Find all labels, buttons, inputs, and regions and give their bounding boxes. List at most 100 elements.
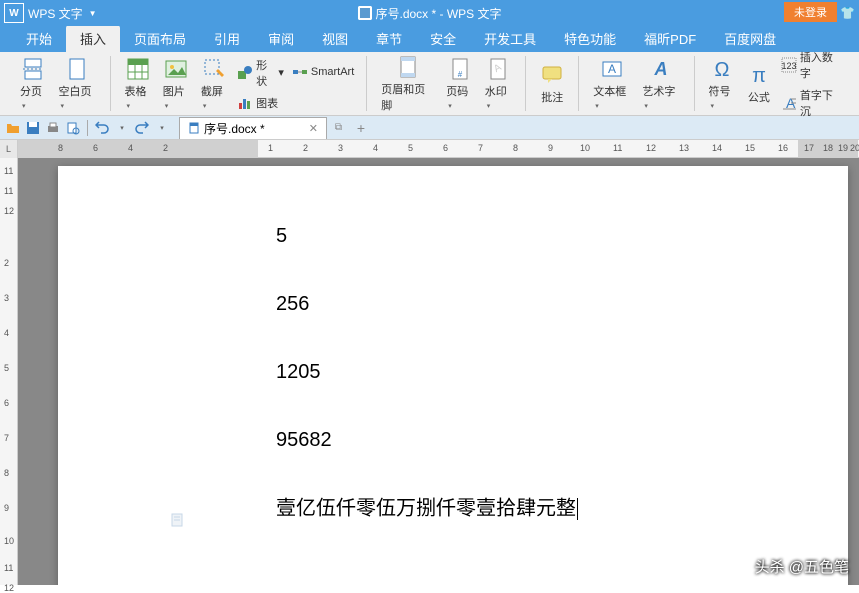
close-tab-button[interactable]: ✕ — [309, 122, 318, 135]
ruler-v-num: 11 — [4, 563, 13, 573]
ruler-h-num: 15 — [745, 143, 755, 153]
app-name: WPS 文字 — [28, 5, 83, 22]
menu-item-9[interactable]: 特色功能 — [550, 25, 630, 52]
menu-item-6[interactable]: 章节 — [362, 25, 416, 52]
page-break-button[interactable]: 分页▾ — [14, 55, 52, 113]
picture-button[interactable]: 图片▾ — [157, 55, 195, 113]
ruler-v-num: 8 — [4, 468, 9, 478]
svg-text:123: 123 — [781, 61, 796, 71]
print-preview-button[interactable] — [64, 119, 82, 137]
ruler-h-num: 8 — [513, 143, 518, 153]
page-viewport[interactable]: 5 256 1205 95682 壹亿伍仟零伍万捌仟零壹拾肆元整 头杀 @五色笔 — [18, 158, 859, 585]
ruler-h-num: 20 — [850, 143, 859, 153]
ruler-h-num: 4 — [373, 143, 378, 153]
watermark-button[interactable]: A 水印▾ — [479, 55, 518, 113]
app-logo-icon: W — [4, 3, 24, 23]
table-button[interactable]: 表格▾ — [119, 55, 157, 113]
ruler-h-num: 7 — [478, 143, 483, 153]
menubar: 开始插入页面布局引用审阅视图章节安全开发工具特色功能福昕PDF百度网盘 — [0, 26, 859, 52]
chart-button[interactable]: 图表 — [233, 93, 288, 113]
equation-icon: π — [747, 63, 771, 87]
menu-item-5[interactable]: 视图 — [308, 25, 362, 52]
skin-icon[interactable]: 👕 — [840, 6, 855, 20]
paragraph-options-icon[interactable] — [170, 512, 186, 528]
ruler-v-num: 11 — [4, 166, 13, 176]
svg-text:A: A — [653, 59, 667, 79]
menu-item-8[interactable]: 开发工具 — [470, 25, 550, 52]
horizontal-ruler[interactable]: L 86421234567891011121314151617181920212… — [0, 140, 859, 158]
wordart-icon: A — [649, 57, 673, 81]
login-button[interactable]: 未登录 — [784, 2, 837, 22]
ruler-h-num: 9 — [548, 143, 553, 153]
ruler-h-num: 10 — [580, 143, 590, 153]
document-line[interactable]: 1205 — [276, 362, 578, 382]
shapes-button[interactable]: 形状▾ — [233, 55, 288, 91]
ruler-corner: L — [0, 140, 18, 158]
undo-dropdown[interactable]: ▾ — [113, 119, 131, 137]
screenshot-button[interactable]: 截屏▾ — [195, 55, 233, 113]
menu-item-1[interactable]: 插入 — [66, 25, 120, 52]
drop-cap-button[interactable]: A 首字下沉 — [777, 85, 845, 121]
textbox-icon: A — [600, 57, 624, 81]
image-watermark: 头杀 @五色笔 — [755, 556, 849, 577]
doc-tab-name: 序号.docx * — [204, 120, 265, 137]
insert-number-icon: 123 — [781, 57, 797, 73]
smartart-button[interactable]: SmartArt — [288, 62, 358, 82]
symbol-icon: Ω — [710, 57, 734, 81]
redo-dropdown[interactable]: ▾ — [153, 119, 171, 137]
document-line[interactable]: 95682 — [276, 430, 578, 450]
quick-access-toolbar: ▾ ▾ 序号.docx * ✕ ⧉ + — [0, 116, 859, 140]
comment-icon — [540, 63, 564, 87]
svg-text:Ω: Ω — [714, 59, 729, 81]
header-footer-icon — [396, 55, 420, 79]
document-title: 序号.docx * - WPS 文字 — [357, 5, 501, 22]
page[interactable]: 5 256 1205 95682 壹亿伍仟零伍万捌仟零壹拾肆元整 — [58, 166, 848, 585]
wordart-button[interactable]: A 艺术字▾ — [636, 55, 685, 113]
symbol-button[interactable]: Ω 符号▾ — [703, 55, 741, 113]
document-title-text: 序号.docx * - WPS 文字 — [375, 5, 501, 22]
menu-item-7[interactable]: 安全 — [416, 25, 470, 52]
menu-item-2[interactable]: 页面布局 — [120, 25, 200, 52]
equation-button[interactable]: π 公式 — [741, 61, 777, 107]
ruler-h-num: 13 — [679, 143, 689, 153]
page-number-button[interactable]: # 页码▾ — [440, 55, 479, 113]
page-content[interactable]: 5 256 1205 95682 壹亿伍仟零伍万捌仟零壹拾肆元整 — [276, 226, 578, 568]
ruler-h-num: 16 — [778, 143, 788, 153]
restore-tab-icon[interactable]: ⧉ — [335, 122, 347, 134]
redo-button[interactable] — [133, 119, 151, 137]
ruler-v-num: 10 — [4, 536, 14, 546]
menu-item-0[interactable]: 开始 — [12, 25, 66, 52]
textbox-button[interactable]: A 文本框▾ — [587, 55, 636, 113]
new-tab-button[interactable]: + — [357, 120, 365, 136]
blank-page-button[interactable]: 空白页▾ — [52, 55, 101, 113]
text-cursor — [577, 498, 578, 520]
undo-button[interactable] — [93, 119, 111, 137]
menu-item-4[interactable]: 审阅 — [254, 25, 308, 52]
titlebar: W WPS 文字 ▼ 序号.docx * - WPS 文字 未登录 👕 — [0, 0, 859, 26]
ruler-h-num: 17 — [804, 143, 814, 153]
open-button[interactable] — [4, 119, 22, 137]
vertical-ruler[interactable]: 11111223456789101112 — [0, 158, 18, 585]
watermark-icon: A — [486, 57, 510, 81]
ruler-h-num: 1 — [268, 143, 273, 153]
chart-icon — [237, 95, 253, 111]
menu-item-10[interactable]: 福昕PDF — [630, 25, 710, 52]
comment-button[interactable]: 批注 — [534, 61, 570, 107]
document-tab[interactable]: 序号.docx * ✕ — [179, 117, 327, 139]
insert-number-button[interactable]: 123 插入数字 — [777, 47, 845, 83]
ruler-v-num: 6 — [4, 398, 9, 408]
document-line[interactable]: 壹亿伍仟零伍万捌仟零壹拾肆元整 — [276, 498, 578, 520]
header-footer-button[interactable]: 页眉和页脚 — [375, 53, 440, 115]
app-menu-dropdown[interactable]: ▼ — [89, 9, 97, 18]
ruler-h-num: 2 — [163, 143, 168, 153]
ruler-h-num: 12 — [646, 143, 656, 153]
document-line[interactable]: 5 — [276, 226, 578, 246]
save-button[interactable] — [24, 119, 42, 137]
menu-item-3[interactable]: 引用 — [200, 25, 254, 52]
ruler-h-num: 8 — [58, 143, 63, 153]
blank-page-icon — [65, 57, 89, 81]
print-button[interactable] — [44, 119, 62, 137]
ruler-v-num: 12 — [4, 206, 14, 216]
document-line[interactable]: 256 — [276, 294, 578, 314]
ruler-h-num: 11 — [613, 143, 622, 153]
